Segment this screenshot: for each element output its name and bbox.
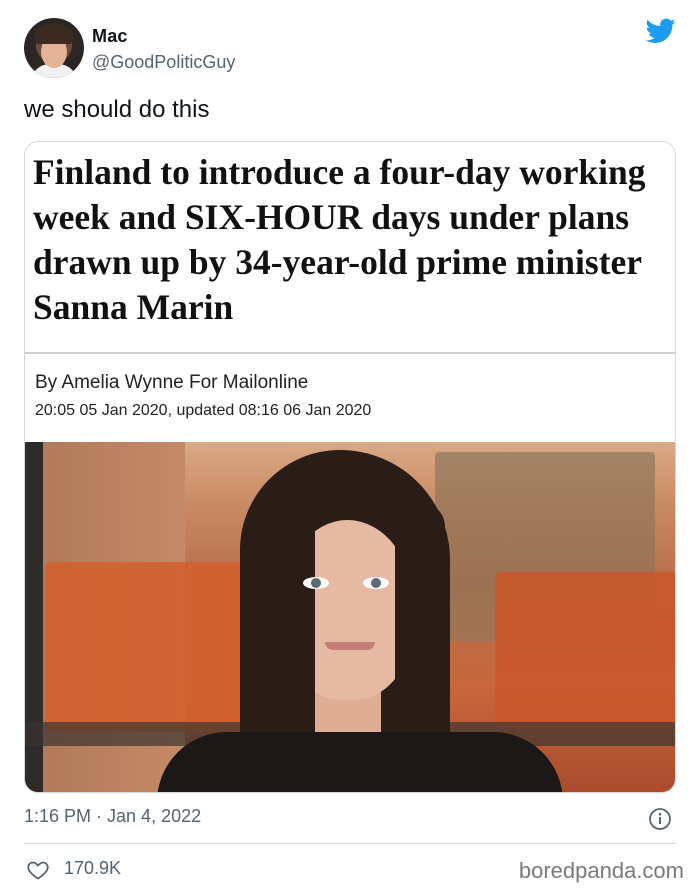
author-name[interactable]: Mac [92,26,128,47]
heart-icon[interactable] [26,858,50,882]
twitter-bird-icon[interactable] [646,18,676,44]
article-dates: 20:05 05 Jan 2020, updated 08:16 06 Jan … [35,402,372,419]
article-byline: By Amelia Wynne For Mailonline [35,372,309,393]
footer-divider [24,843,676,844]
info-icon[interactable] [648,807,672,831]
article-card[interactable]: Finland to introduce a four-day working … [24,141,676,793]
avatar[interactable] [24,18,84,78]
like-count[interactable]: 170.9K [64,858,121,879]
card-divider [25,352,675,354]
author-handle[interactable]: @GoodPoliticGuy [92,52,235,73]
watermark: boredpanda.com [518,858,684,883]
tweet-text: we should do this [24,96,210,123]
article-photo [25,442,675,792]
tweet-timestamp[interactable]: 1:16 PM · Jan 4, 2022 [24,806,201,827]
article-headline: Finland to introduce a four-day working … [33,152,646,327]
